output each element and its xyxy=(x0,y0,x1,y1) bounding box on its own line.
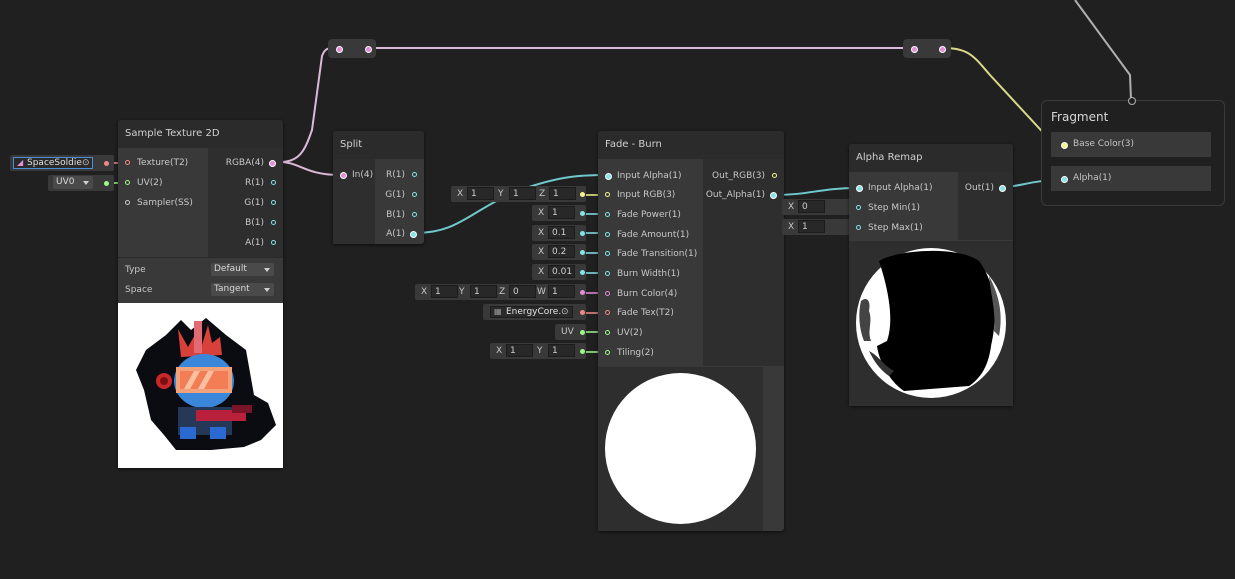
burn-color-default[interactable]: X1 Y1 Z0 W1 xyxy=(415,284,586,300)
type-label: Type xyxy=(125,265,146,275)
port-a-out[interactable]: A(1) xyxy=(245,233,278,253)
tiling-default[interactable]: X1 Y1 xyxy=(490,343,586,359)
type-dropdown[interactable]: Default xyxy=(211,263,274,276)
wire-rgba-to-split xyxy=(279,161,341,176)
port-split-a[interactable]: A(1) xyxy=(386,224,419,244)
node-title: Sample Texture 2D xyxy=(125,128,220,139)
fade-burn-preview xyxy=(598,367,763,531)
port-alpha[interactable] xyxy=(1061,176,1068,183)
port-input-alpha[interactable]: Input Alpha(1) xyxy=(603,166,682,186)
port-step-min[interactable]: Step Min(1) xyxy=(854,198,920,218)
port-b-out[interactable]: B(1) xyxy=(245,213,278,233)
node-title: Split xyxy=(340,139,363,150)
input-rgb-default[interactable]: X1 Y1 Z1 xyxy=(451,186,586,202)
sample-texture-2d-node[interactable]: Sample Texture 2D Texture(T2) UV(2) Samp… xyxy=(118,120,283,468)
fade-amount-default[interactable]: X 0.1 xyxy=(532,225,586,241)
fragment-title: Fragment xyxy=(1051,110,1109,124)
port-rgba-out[interactable]: RGBA(4) xyxy=(226,153,278,173)
uv-dropdown[interactable]: UV0 xyxy=(53,176,93,189)
fade-power-default[interactable]: X1 xyxy=(532,205,586,221)
space-label: Space xyxy=(125,285,153,295)
port-split-r[interactable]: R(1) xyxy=(386,165,419,185)
base-color-block[interactable]: Base Color(3) xyxy=(1051,132,1211,157)
port-step-max[interactable]: Step Max(1) xyxy=(854,218,923,238)
port-remap-input-alpha[interactable]: Input Alpha(1) xyxy=(854,178,933,198)
wire-fade-to-remap xyxy=(773,187,859,196)
wire-vertex-to-fragment xyxy=(1074,0,1132,101)
node-title: Fade - Burn xyxy=(605,139,662,150)
port-texture-in[interactable]: Texture(T2) xyxy=(123,153,188,173)
fragment-flow-anchor xyxy=(1128,97,1136,105)
fade-transition-default[interactable]: X 0.2 xyxy=(532,244,586,260)
port-r-out[interactable]: R(1) xyxy=(245,173,278,193)
reroute-node-left[interactable] xyxy=(328,39,376,58)
texture-icon: ▦ xyxy=(494,307,502,316)
alpha-remap-preview xyxy=(849,241,1013,406)
port-uv-in[interactable]: UV(2) xyxy=(123,173,163,193)
port-split-in[interactable]: In(4) xyxy=(338,165,373,185)
port-sampler-in[interactable]: Sampler(SS) xyxy=(123,193,193,213)
texture-icon: ◢ xyxy=(17,158,24,167)
space-soldier-image xyxy=(136,318,276,450)
port-out-rgb[interactable]: Out_RGB(3) xyxy=(712,166,779,186)
port-fade-amount[interactable]: Fade Amount(1) xyxy=(603,225,689,245)
port-base-color[interactable] xyxy=(1061,142,1068,149)
fade-tex-value: EnergyCore. xyxy=(506,307,562,317)
port-split-g[interactable]: G(1) xyxy=(385,185,419,205)
fade-burn-node[interactable]: Fade - Burn Input Alpha(1) Input RGB(3) … xyxy=(598,131,784,531)
step-max-default[interactable]: X1 xyxy=(782,219,858,235)
texture-asset-field[interactable]: ◢ SpaceSoldie ⊙ xyxy=(10,155,114,171)
uv-channel-field[interactable]: UV0 xyxy=(48,175,114,191)
burn-width-default[interactable]: X 0.01 xyxy=(532,264,586,280)
texture-value: SpaceSoldie xyxy=(27,158,82,168)
fragment-context[interactable]: Fragment Base Color(3) Alpha(1) xyxy=(1041,100,1225,206)
port-split-b[interactable]: B(1) xyxy=(386,205,419,225)
reroute-node-right[interactable] xyxy=(903,39,951,58)
port-uv[interactable]: UV(2) xyxy=(603,323,643,343)
step-min-default[interactable]: X0 xyxy=(782,199,858,215)
space-dropdown[interactable]: Tangent xyxy=(211,283,274,296)
port-fade-power[interactable]: Fade Power(1) xyxy=(603,205,681,225)
port-g-out[interactable]: G(1) xyxy=(244,193,278,213)
uv-default[interactable]: UV xyxy=(555,324,586,340)
split-node[interactable]: Split In(4) R(1) G(1) B(1) A(1) xyxy=(333,131,424,244)
port-fade-tex[interactable]: Fade Tex(T2) xyxy=(603,303,674,323)
port-burn-width[interactable]: Burn Width(1) xyxy=(603,264,680,284)
alpha-block[interactable]: Alpha(1) xyxy=(1051,166,1211,191)
port-input-rgb[interactable]: Input RGB(3) xyxy=(603,185,675,205)
object-picker-icon[interactable]: ⊙ xyxy=(561,304,569,320)
port-burn-color[interactable]: Burn Color(4) xyxy=(603,284,677,304)
port-tiling[interactable]: Tiling(2) xyxy=(603,343,654,363)
fade-tex-default[interactable]: ▦ EnergyCore. ⊙ xyxy=(483,304,586,320)
texture-preview xyxy=(118,303,283,468)
wire-rgba-to-reroute xyxy=(279,47,337,163)
port-remap-out[interactable]: Out(1) xyxy=(965,178,1008,198)
object-picker-icon[interactable]: ⊙ xyxy=(82,155,90,171)
node-title: Alpha Remap xyxy=(856,152,923,163)
port-out-alpha[interactable]: Out_Alpha(1) xyxy=(706,185,779,205)
port-fade-transition[interactable]: Fade Transition(1) xyxy=(603,244,697,264)
alpha-remap-node[interactable]: Alpha Remap Input Alpha(1) Step Min(1) S… xyxy=(849,144,1013,406)
